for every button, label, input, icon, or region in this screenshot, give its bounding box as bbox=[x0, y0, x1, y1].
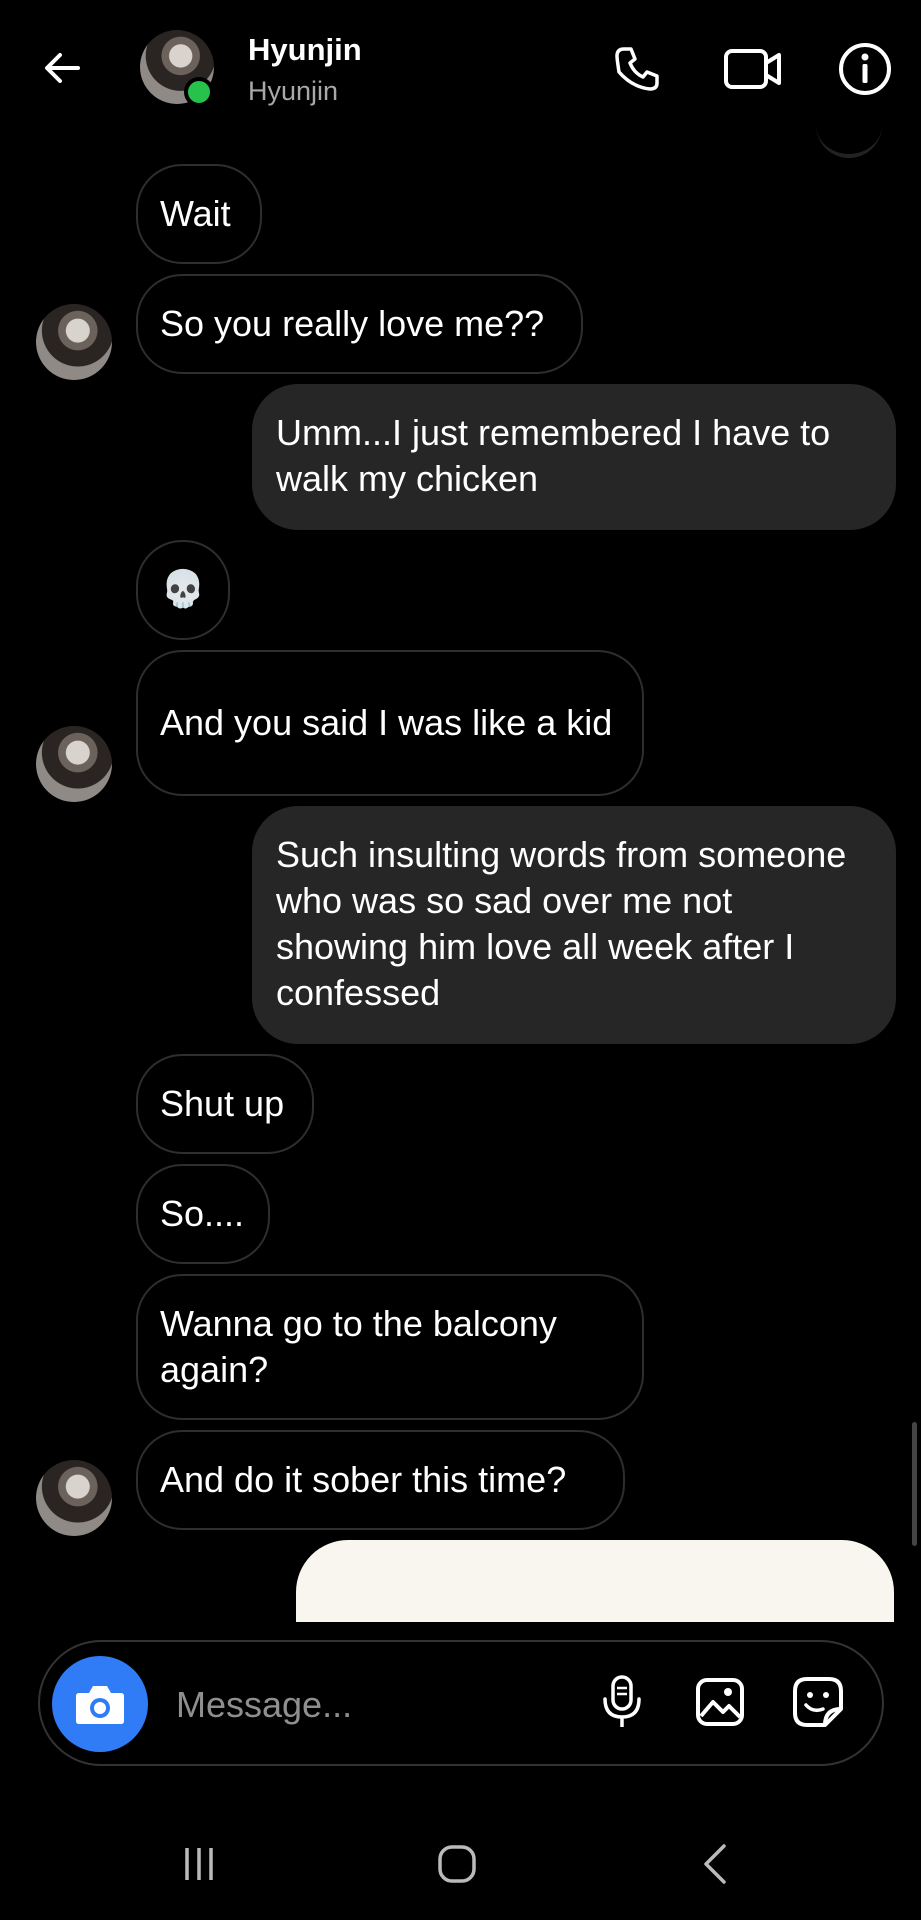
nav-back-button[interactable] bbox=[676, 1832, 756, 1896]
contact-username: Hyunjin bbox=[248, 76, 339, 106]
back-icon bbox=[704, 1844, 726, 1884]
recent-apps-icon bbox=[185, 1848, 213, 1880]
sticker-button[interactable] bbox=[786, 1670, 850, 1734]
message-input[interactable] bbox=[174, 1670, 578, 1740]
video-call-button[interactable] bbox=[720, 36, 786, 102]
camera-icon bbox=[76, 1686, 124, 1724]
gallery-icon bbox=[696, 1678, 744, 1726]
voice-message-button[interactable] bbox=[590, 1670, 654, 1734]
message-incoming[interactable]: Shut up bbox=[136, 1054, 314, 1154]
back-arrow-icon bbox=[45, 53, 80, 83]
contact-name[interactable]: Hyunjin bbox=[248, 32, 362, 68]
image-message[interactable] bbox=[296, 1540, 894, 1622]
skull-emoji: 💀 bbox=[160, 569, 206, 610]
camera-button[interactable] bbox=[52, 1656, 148, 1752]
home-button[interactable] bbox=[417, 1832, 497, 1896]
microphone-icon bbox=[603, 1675, 641, 1727]
message-incoming[interactable]: Wanna go to the balcony again? bbox=[136, 1274, 644, 1420]
message-incoming[interactable]: Wait bbox=[136, 164, 262, 264]
message-outgoing[interactable]: Such insulting words from someone who wa… bbox=[252, 806, 896, 1044]
message-incoming[interactable]: So you really love me?? bbox=[136, 274, 583, 374]
recent-apps-button[interactable] bbox=[159, 1832, 239, 1896]
sticker-icon bbox=[793, 1677, 843, 1727]
gallery-button[interactable] bbox=[688, 1670, 752, 1734]
home-icon bbox=[438, 1845, 476, 1883]
message-incoming[interactable]: 💀 bbox=[136, 540, 230, 640]
online-status-dot bbox=[184, 77, 214, 107]
sender-avatar[interactable] bbox=[36, 726, 112, 802]
chat-header: Hyunjin Hyunjin bbox=[0, 0, 921, 140]
sender-avatar[interactable] bbox=[36, 304, 112, 380]
message-incoming[interactable]: And you said I was like a kid bbox=[136, 650, 644, 796]
back-button[interactable] bbox=[34, 40, 90, 96]
info-button[interactable] bbox=[832, 36, 898, 102]
previous-message-edge bbox=[816, 118, 882, 158]
voice-call-button[interactable] bbox=[604, 36, 670, 102]
info-icon bbox=[839, 43, 891, 95]
scrollbar[interactable] bbox=[912, 1422, 917, 1546]
message-incoming[interactable]: So.... bbox=[136, 1164, 270, 1264]
sender-avatar[interactable] bbox=[36, 1460, 112, 1536]
video-camera-icon bbox=[724, 49, 781, 89]
message-incoming[interactable]: And do it sober this time? bbox=[136, 1430, 625, 1530]
message-outgoing[interactable]: Umm...I just remembered I have to walk m… bbox=[252, 384, 896, 530]
phone-icon bbox=[615, 47, 659, 91]
